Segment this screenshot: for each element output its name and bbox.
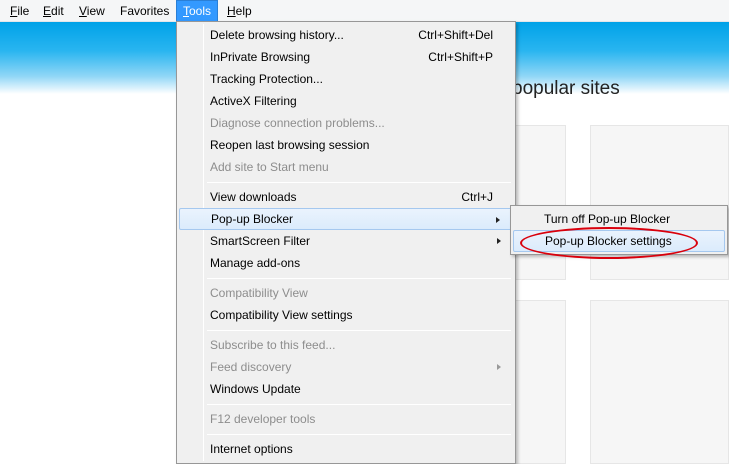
menu-help[interactable]: Help [221,0,258,22]
submenu-arrow-icon [497,238,501,244]
menu-item-subscribe-feed: Subscribe to this feed... [210,338,336,352]
menu-item-feed-discovery: Feed discovery [179,356,513,378]
menu-item-delete-browsing-history[interactable]: Delete browsing history... Ctrl+Shift+Del [179,24,513,46]
menu-item-compatibility-view: Compatibility View [210,286,308,300]
menu-edit[interactable]: Edit [37,0,70,22]
menu-item-f12-developer-tools: F12 developer tools [210,412,316,426]
menu-favorites[interactable]: Favorites [114,0,175,22]
annotation-ellipse [520,227,698,259]
site-tile[interactable] [590,300,729,464]
menu-item-diagnose-connection: Diagnose connection problems... [210,116,385,130]
menu-file[interactable]: File [4,0,35,22]
menu-item-activex-filtering[interactable]: ActiveX Filtering [179,90,513,112]
menu-separator [207,404,511,405]
submenu-arrow-icon [496,217,500,223]
menu-item-smartscreen-filter[interactable]: SmartScreen Filter [179,230,513,252]
menu-item-popup-blocker[interactable]: Pop-up Blocker [179,208,513,230]
submenu-arrow-icon [497,364,501,370]
menu-item-reopen-last-session[interactable]: Reopen last browsing session [179,134,513,156]
shortcut-label: Ctrl+Shift+Del [418,28,493,42]
menu-separator [207,278,511,279]
shortcut-label: Ctrl+J [461,190,493,204]
menu-item-inprivate-browsing[interactable]: InPrivate Browsing Ctrl+Shift+P [179,46,513,68]
tools-menu: Delete browsing history... Ctrl+Shift+Del… [176,21,516,464]
menu-separator [207,434,511,435]
menu-item-internet-options[interactable]: Internet options [179,438,513,460]
menu-bar: File Edit View Favorites Tools Help [0,0,729,22]
menu-view[interactable]: View [73,0,111,22]
shortcut-label: Ctrl+Shift+P [428,50,493,64]
frequent-sites-title: popular sites [512,78,620,99]
menu-tools[interactable]: Tools [176,0,219,22]
menu-item-view-downloads[interactable]: View downloads Ctrl+J [179,186,513,208]
menu-item-windows-update[interactable]: Windows Update [179,378,513,400]
menu-item-add-site-to-start: Add site to Start menu [210,160,329,174]
menu-item-manage-addons[interactable]: Manage add-ons [179,252,513,274]
menu-separator [207,330,511,331]
menu-item-tracking-protection[interactable]: Tracking Protection... [179,68,513,90]
menu-item-compatibility-view-settings[interactable]: Compatibility View settings [179,304,513,326]
menu-separator [207,182,511,183]
